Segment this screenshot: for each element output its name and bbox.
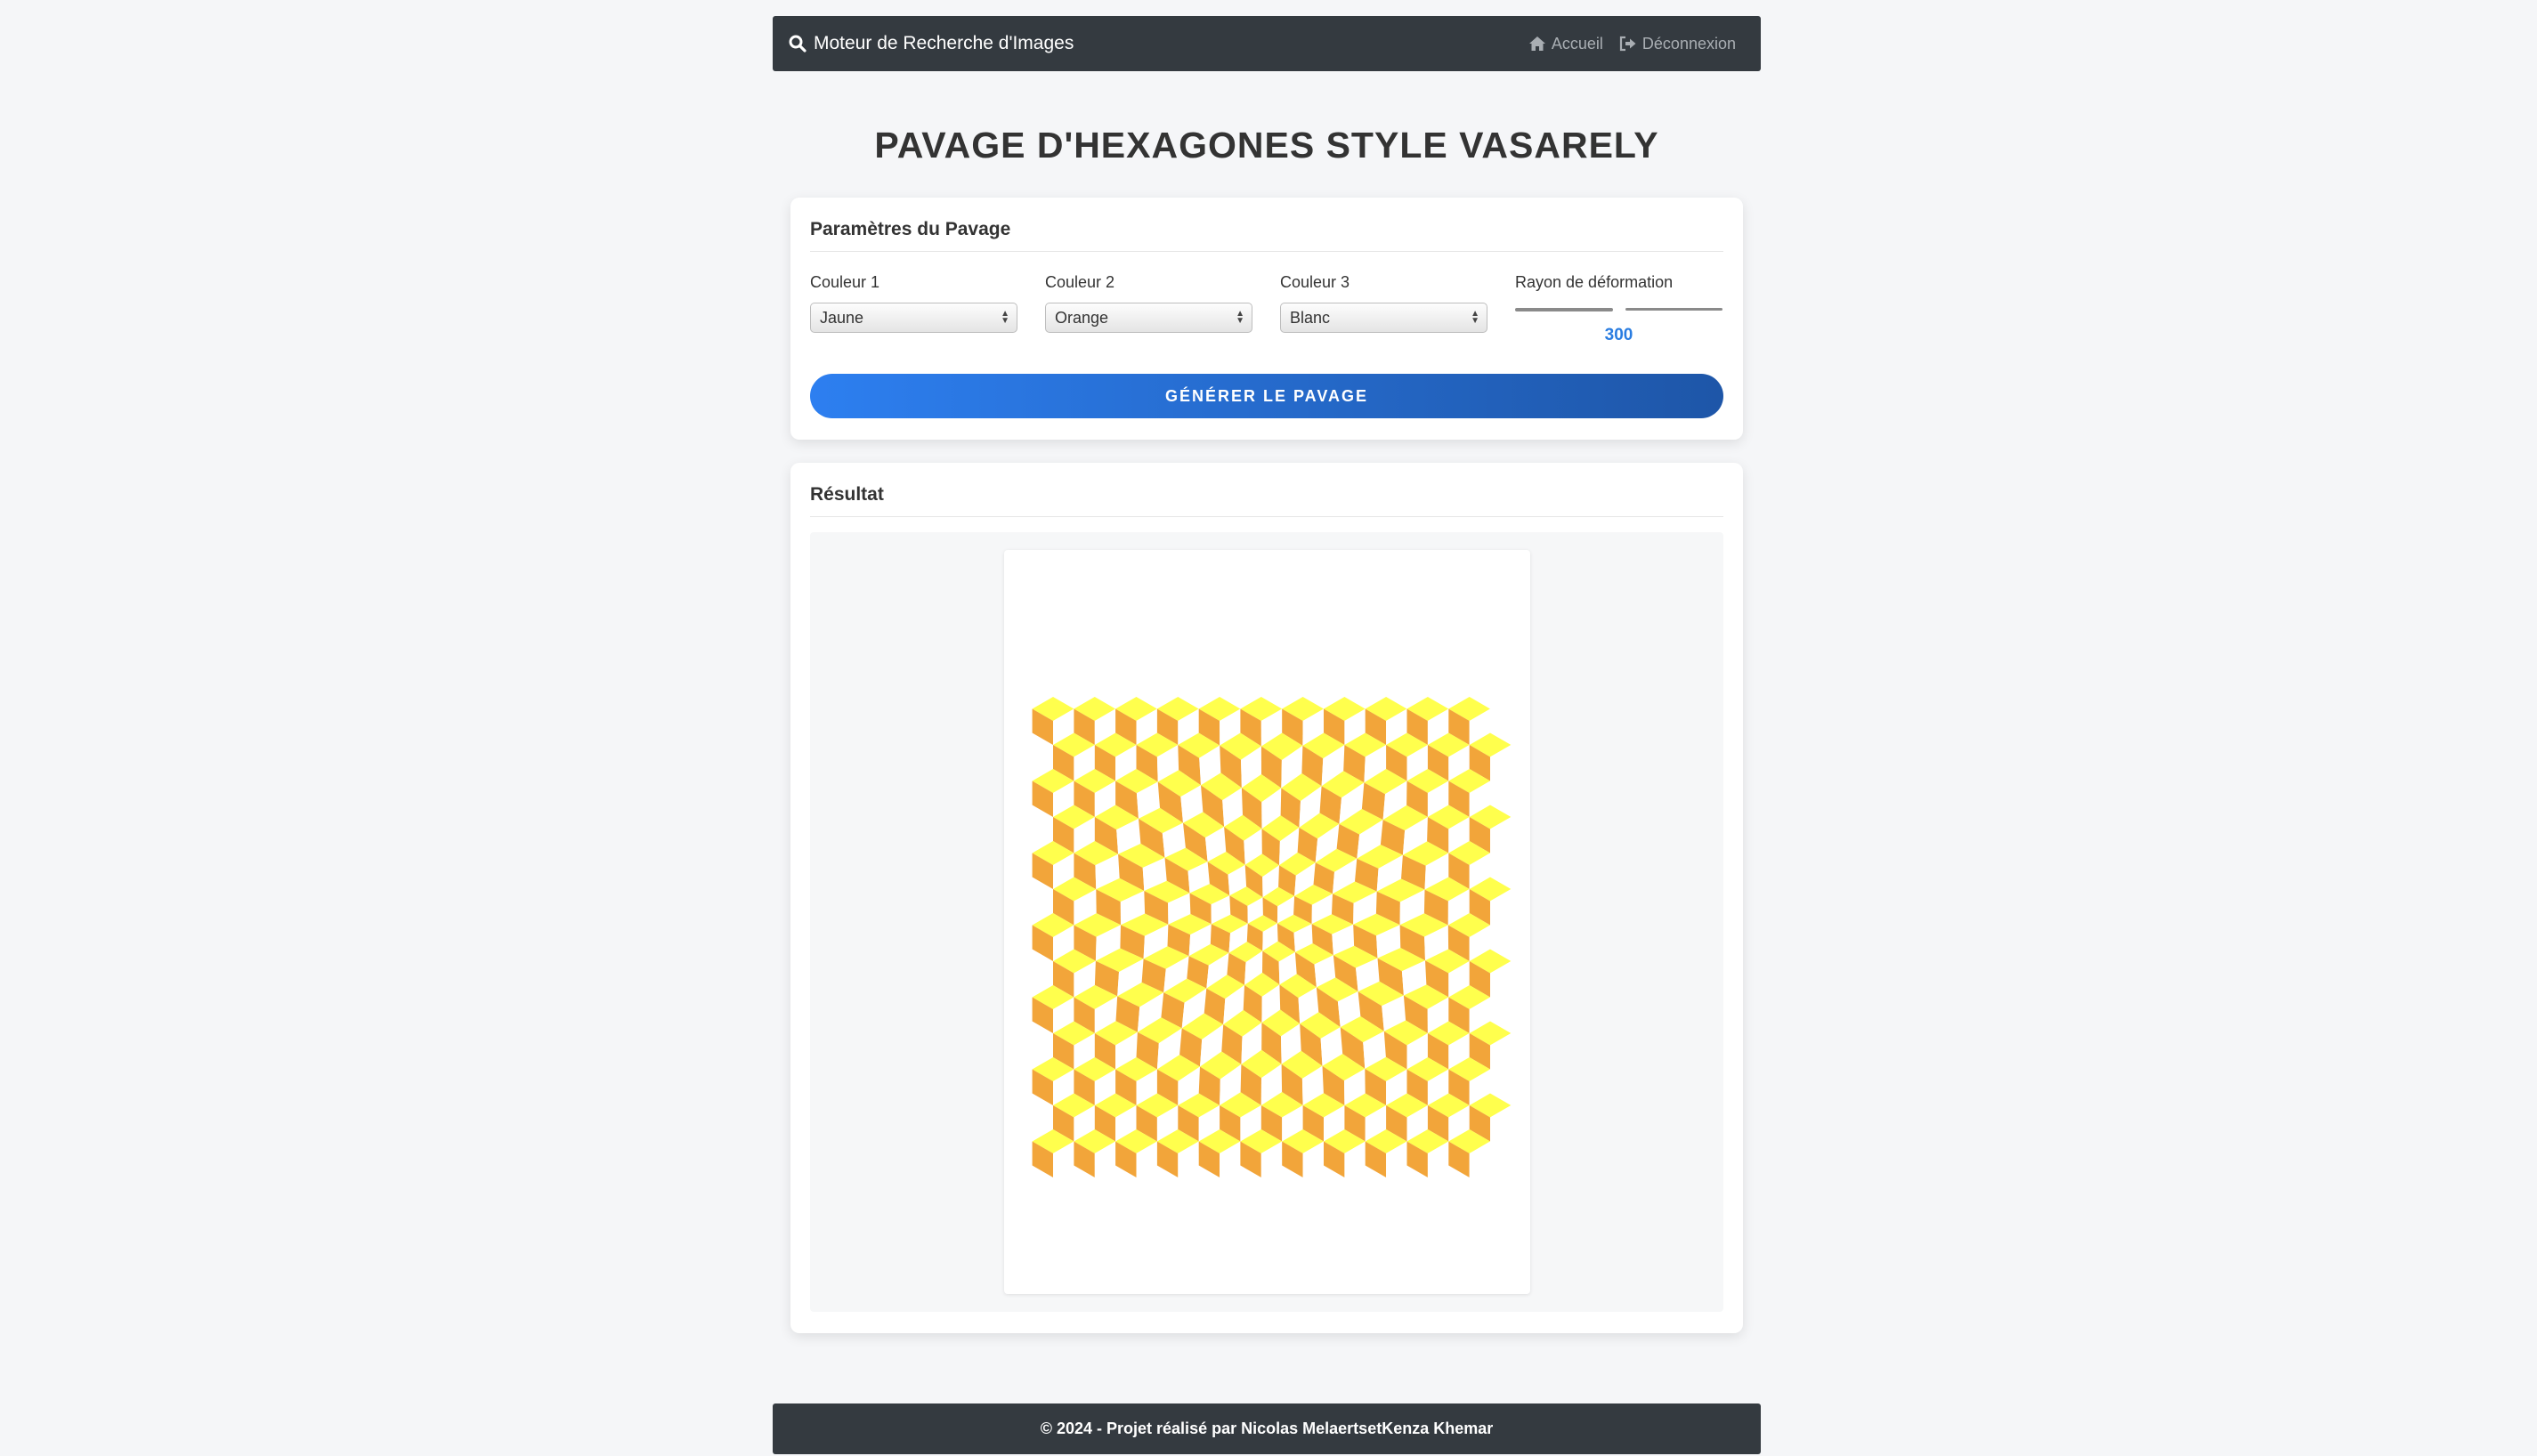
params-card-title: Paramètres du Pavage bbox=[810, 198, 1723, 252]
color1-field: Couleur 1 Jaune ▲ ▼ bbox=[810, 273, 1017, 345]
footer-author-1: Nicolas Melaerts bbox=[1241, 1420, 1368, 1437]
slider-track-left bbox=[1515, 308, 1613, 311]
color3-value: Blanc bbox=[1290, 308, 1331, 327]
vasarely-tiling-image bbox=[1032, 697, 1512, 1177]
footer-conj: et bbox=[1367, 1420, 1382, 1437]
color1-label: Couleur 1 bbox=[810, 273, 880, 291]
brand-label: Moteur de Recherche d'Images bbox=[814, 33, 1074, 53]
radius-value: 300 bbox=[1604, 326, 1633, 344]
color2-value: Orange bbox=[1055, 308, 1109, 327]
color2-label: Couleur 2 bbox=[1045, 273, 1115, 291]
result-area bbox=[810, 532, 1723, 1312]
footer-author-2: Kenza Khemar bbox=[1382, 1420, 1494, 1437]
nav-home-label: Accueil bbox=[1551, 34, 1603, 53]
home-icon bbox=[1528, 36, 1545, 51]
color2-field: Couleur 2 Orange ▲ ▼ bbox=[1045, 273, 1252, 345]
radius-slider[interactable] bbox=[1515, 303, 1722, 324]
navbar: Moteur de Recherche d'Images Accueil Déc… bbox=[773, 16, 1761, 71]
nav-logout-label: Déconnexion bbox=[1641, 34, 1736, 53]
nav-home-link[interactable]: Accueil bbox=[1528, 35, 1603, 53]
footer: © 2024 - Projet réalisé par Nicolas Mela… bbox=[773, 1403, 1761, 1454]
color1-value: Jaune bbox=[820, 308, 864, 327]
nav-links: Accueil Déconnexion bbox=[1528, 35, 1736, 53]
generate-button[interactable]: GÉNÉRER LE PAVAGE bbox=[810, 374, 1723, 418]
brand-link[interactable]: Moteur de Recherche d'Images bbox=[789, 33, 1074, 54]
result-card: Résultat bbox=[790, 463, 1743, 1333]
select-arrows-icon: ▲ ▼ bbox=[1236, 309, 1244, 326]
color3-label: Couleur 3 bbox=[1280, 273, 1350, 291]
color1-select[interactable]: Jaune ▲ ▼ bbox=[810, 303, 1017, 333]
radius-label: Rayon de déformation bbox=[1515, 273, 1674, 291]
color3-field: Couleur 3 Blanc ▲ ▼ bbox=[1280, 273, 1487, 345]
select-arrows-icon: ▲ ▼ bbox=[1001, 309, 1009, 326]
radius-field: Rayon de déformation 300 bbox=[1515, 273, 1722, 345]
result-canvas bbox=[1004, 550, 1530, 1294]
color3-select[interactable]: Blanc ▲ ▼ bbox=[1280, 303, 1487, 333]
color2-select[interactable]: Orange ▲ ▼ bbox=[1045, 303, 1252, 333]
slider-track-right bbox=[1625, 308, 1722, 311]
search-icon bbox=[789, 35, 806, 53]
page-title: PAVAGE D'HEXAGONES STYLE VASARELY bbox=[874, 125, 1659, 166]
sign-out-icon bbox=[1619, 36, 1636, 52]
params-fields: Couleur 1 Jaune ▲ ▼ Couleur 2 Orange ▲ ▼ C… bbox=[810, 273, 1723, 345]
select-arrows-icon: ▲ ▼ bbox=[1471, 309, 1479, 326]
nav-logout-link[interactable]: Déconnexion bbox=[1619, 35, 1736, 53]
result-card-title: Résultat bbox=[810, 463, 1723, 517]
params-card: Paramètres du Pavage Couleur 1 Jaune ▲ ▼ … bbox=[790, 198, 1743, 440]
footer-prefix: © 2024 - Projet réalisé par bbox=[1040, 1420, 1237, 1437]
